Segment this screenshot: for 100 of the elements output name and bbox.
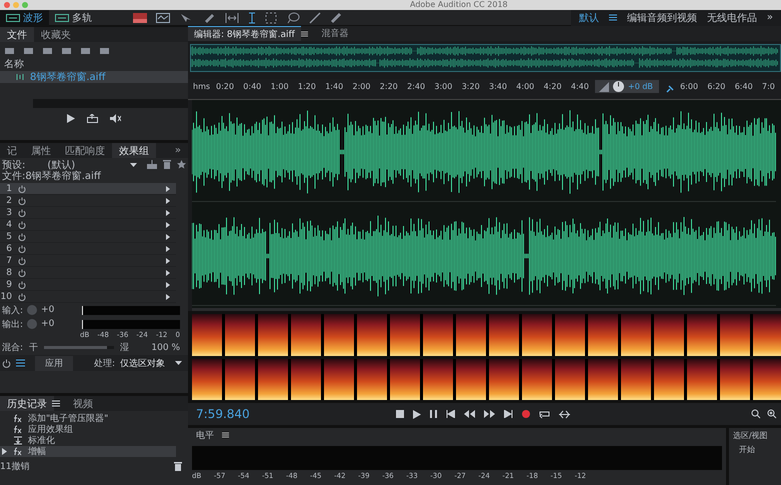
power-icon[interactable] <box>2 358 11 368</box>
power-icon[interactable] <box>18 220 26 228</box>
effect-slot[interactable]: 4 <box>0 219 176 231</box>
mix-label: 混合: <box>2 342 24 354</box>
rewind-icon[interactable] <box>464 410 475 418</box>
power-icon[interactable] <box>18 196 26 204</box>
effect-slot[interactable]: 9 <box>0 279 176 291</box>
output-value: +0 <box>41 319 54 329</box>
volume-hud[interactable]: +0 dB <box>595 80 659 93</box>
history-item[interactable]: 标准化 <box>0 435 176 446</box>
power-icon[interactable] <box>18 268 26 276</box>
text-cursor-icon[interactable] <box>248 12 256 24</box>
save-preset-icon[interactable] <box>147 160 157 169</box>
workspace-tab[interactable]: 默认 <box>578 10 599 24</box>
effect-slot[interactable]: 3 <box>0 207 176 219</box>
fast-forward-icon[interactable] <box>484 410 495 418</box>
effect-slot[interactable]: 6 <box>0 243 176 255</box>
history-item[interactable]: 添加"电子管压限器" <box>0 413 176 424</box>
ruler-label: 1:00 <box>270 82 289 91</box>
file-row[interactable]: 8钢琴卷帘窗.aiff <box>0 71 188 83</box>
time-selection-icon[interactable] <box>225 12 239 24</box>
panel-tab[interactable]: 效果组 <box>112 143 156 158</box>
ruler-label: 6:40 <box>734 82 753 91</box>
mix-value: 100 % <box>151 342 180 352</box>
skip-output-icon[interactable] <box>559 410 570 418</box>
editor-tab[interactable]: 编辑器: 8钢琴卷帘窗.aiff <box>188 26 301 41</box>
zoom-in-icon[interactable] <box>767 409 777 419</box>
menu-icon[interactable] <box>222 432 229 438</box>
more-button[interactable]: » <box>766 12 773 23</box>
play-icon[interactable] <box>67 114 75 123</box>
effect-slot[interactable]: 2 <box>0 195 176 207</box>
process-dropdown[interactable]: 仅选区对象 <box>120 356 182 370</box>
panel-tab[interactable]: 文件 <box>0 27 34 42</box>
healing-icon[interactable] <box>330 12 342 24</box>
panel-tab[interactable]: 属性 <box>24 143 58 158</box>
spectral-view-icon[interactable] <box>133 12 147 22</box>
history-item[interactable]: 应用效果组 <box>0 424 176 435</box>
mode-tab[interactable]: 多轨 <box>49 9 98 26</box>
effect-slot[interactable]: 5 <box>0 231 176 243</box>
marquee-icon[interactable] <box>265 12 277 24</box>
ruler-label: 4:40 <box>570 82 589 91</box>
list-icon[interactable] <box>16 359 25 367</box>
pause-icon[interactable] <box>430 410 437 418</box>
menu-icon[interactable] <box>608 14 617 21</box>
panel-tab[interactable]: 历史记录 <box>0 396 54 411</box>
brush-icon[interactable] <box>309 12 321 24</box>
ruler-label: 7:0 <box>762 82 775 91</box>
scrollbar[interactable] <box>33 99 188 108</box>
effect-slot[interactable]: 10 <box>0 291 176 303</box>
panel-tab[interactable]: 视频 <box>66 396 100 411</box>
more-button[interactable]: » <box>168 143 188 158</box>
preset-dropdown[interactable]: (默认) <box>31 158 141 172</box>
apply-button[interactable]: 应用 <box>35 356 73 370</box>
file-label: 文件:8钢琴卷帘窗.aiff <box>1 171 102 183</box>
power-icon[interactable] <box>18 244 26 252</box>
pin-icon[interactable] <box>666 85 674 93</box>
ruler-label: 1:20 <box>298 82 316 91</box>
mode-tab[interactable]: 波形 <box>0 9 49 26</box>
lasso-icon[interactable] <box>286 12 300 24</box>
fx-icon <box>13 414 23 423</box>
export-icon[interactable] <box>87 114 98 123</box>
loop-icon[interactable] <box>539 410 550 418</box>
skip-forward-icon[interactable] <box>504 410 513 418</box>
speaker-icon[interactable] <box>110 114 121 123</box>
panel-tab[interactable]: 记 <box>0 143 24 158</box>
power-icon[interactable] <box>18 232 26 240</box>
history-item[interactable]: 增幅 <box>0 446 176 457</box>
time-display: 7:59.840 <box>196 407 251 421</box>
workspace-tab[interactable]: 编辑音频到视频 <box>626 10 697 24</box>
power-icon[interactable] <box>18 292 26 300</box>
slot-number: 3 <box>5 208 12 218</box>
output-label: 输出: <box>2 318 24 330</box>
volume-ramp-icon <box>599 82 609 92</box>
editor-tab[interactable]: 混音器 <box>316 26 355 41</box>
power-icon[interactable] <box>18 184 26 192</box>
effect-slot[interactable]: 7 <box>0 255 176 267</box>
panel-tab[interactable]: 匹配响度 <box>58 143 112 158</box>
time-ruler[interactable]: hms 0:20 0:40 1:00 1:20 1:40 2:00 2:20 2:40 3:00 3:20 3:40 4:00 4:20 4:40 +0 dB 6:00 6:20 6:40 7:0 <box>188 79 781 100</box>
window-title: Adobe Audition CC 2018 <box>410 0 508 10</box>
effect-slot[interactable]: 8 <box>0 267 176 279</box>
play-icon[interactable] <box>413 410 421 418</box>
menu-icon[interactable] <box>300 30 308 36</box>
power-icon[interactable] <box>18 208 26 216</box>
record-icon[interactable] <box>522 410 530 418</box>
ruler-label: 6:00 <box>680 82 698 91</box>
panel-tab[interactable]: 收藏夹 <box>34 27 78 42</box>
ruler-label: 0:20 <box>216 82 234 91</box>
slot-number: 7 <box>5 256 12 266</box>
workspace-tab[interactable]: 无线电作品 <box>706 10 757 24</box>
dry-label: 干 <box>29 342 38 354</box>
star-icon[interactable] <box>177 160 186 169</box>
ruler-label: 2:40 <box>407 82 426 91</box>
effect-slot[interactable]: 1 <box>0 183 176 195</box>
zoom-out-icon[interactable] <box>751 409 761 419</box>
waveform-panel[interactable] <box>192 100 781 311</box>
power-icon[interactable] <box>18 280 26 288</box>
pitch-view-icon[interactable] <box>156 12 170 22</box>
power-icon[interactable] <box>18 256 26 264</box>
skip-back-icon[interactable] <box>446 410 455 418</box>
menu-icon[interactable] <box>52 400 60 407</box>
